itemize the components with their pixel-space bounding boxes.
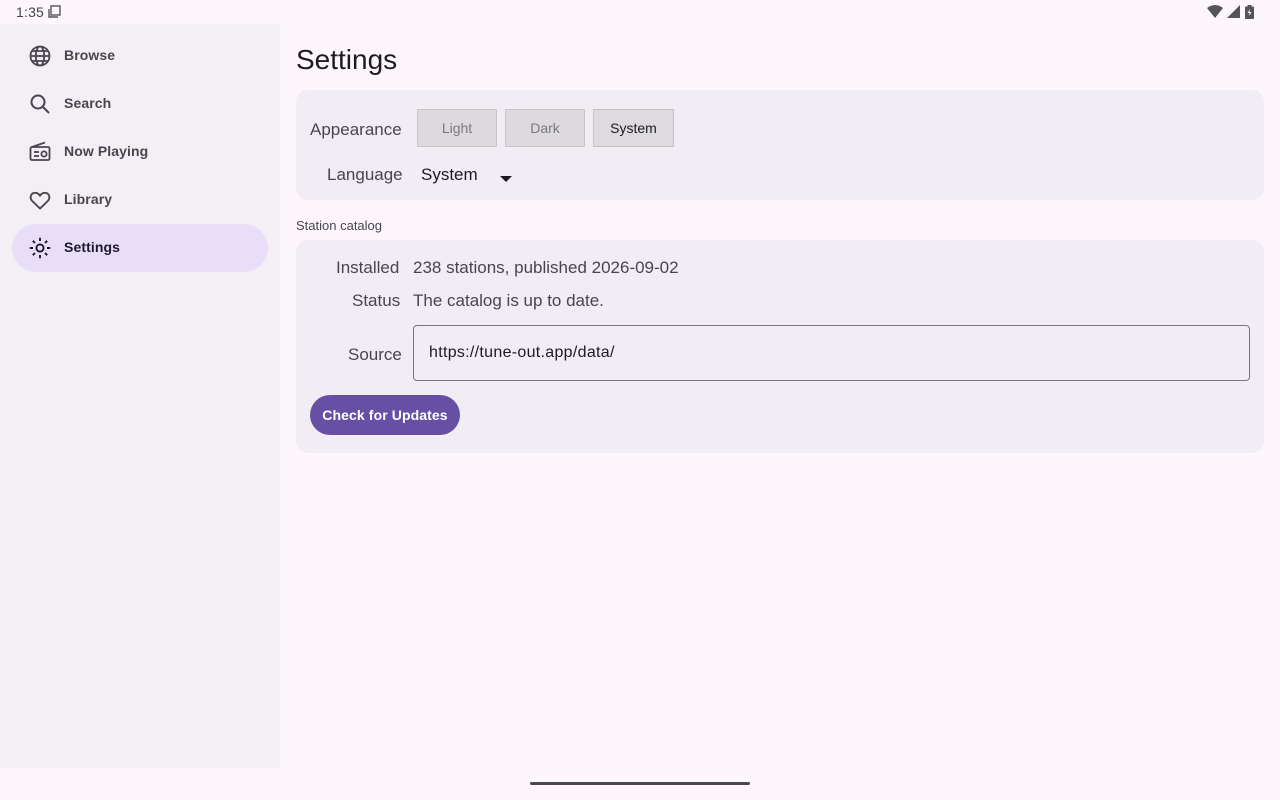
status-value: The catalog is up to date. bbox=[413, 291, 604, 310]
appearance-system-button[interactable]: System bbox=[593, 109, 674, 147]
cell-signal-icon bbox=[1227, 5, 1241, 24]
search-icon bbox=[28, 92, 52, 116]
brightness-icon bbox=[28, 236, 52, 260]
check-for-updates-button[interactable]: Check for Updates bbox=[310, 395, 460, 435]
sidebar-item-browse[interactable]: Browse bbox=[12, 32, 268, 80]
radio-icon bbox=[28, 140, 52, 164]
station-catalog-card: Installed 238 stations, published 2026-0… bbox=[296, 240, 1264, 453]
station-catalog-heading: Station catalog bbox=[296, 218, 383, 233]
language-dropdown[interactable]: System bbox=[421, 162, 521, 188]
appearance-light-button[interactable]: Light bbox=[417, 109, 497, 147]
sidebar-item-now-playing[interactable]: Now Playing bbox=[12, 128, 268, 176]
language-label: Language bbox=[327, 165, 403, 184]
battery-icon bbox=[1245, 5, 1254, 24]
home-indicator[interactable] bbox=[530, 782, 750, 785]
globe-icon bbox=[28, 44, 52, 68]
status-time: 1:35 bbox=[16, 4, 45, 20]
status-icons bbox=[1207, 5, 1254, 24]
appearance-label: Appearance bbox=[310, 120, 402, 139]
wifi-icon bbox=[1207, 5, 1223, 24]
sidebar-item-library[interactable]: Library bbox=[12, 176, 268, 224]
installed-value: 238 stations, published 2026-09-02 bbox=[413, 258, 679, 277]
sidebar-item-label: Library bbox=[64, 191, 113, 207]
sidebar-item-label: Settings bbox=[64, 239, 121, 255]
appearance-dark-button[interactable]: Dark bbox=[505, 109, 585, 147]
sidebar-item-search[interactable]: Search bbox=[12, 80, 268, 128]
screenshot-icon bbox=[48, 5, 62, 24]
status-label: Status bbox=[352, 291, 401, 310]
source-url-input[interactable] bbox=[413, 325, 1250, 381]
installed-label: Installed bbox=[336, 258, 400, 277]
sidebar-item-label: Now Playing bbox=[64, 143, 149, 159]
sidebar-item-label: Search bbox=[64, 95, 112, 111]
appearance-card: Appearance Light Dark System Language Sy… bbox=[296, 90, 1264, 200]
status-bar: 1:35 bbox=[0, 0, 1280, 24]
language-value: System bbox=[421, 165, 478, 184]
sidebar-item-label: Browse bbox=[64, 47, 116, 63]
source-label: Source bbox=[348, 345, 402, 364]
caret-down-icon bbox=[500, 170, 512, 188]
sidebar-item-settings[interactable]: Settings bbox=[12, 224, 268, 272]
sidebar: Browse Search Now Playing Library Settin… bbox=[0, 24, 280, 768]
page-title: Settings bbox=[296, 44, 398, 75]
heart-icon bbox=[28, 188, 52, 212]
